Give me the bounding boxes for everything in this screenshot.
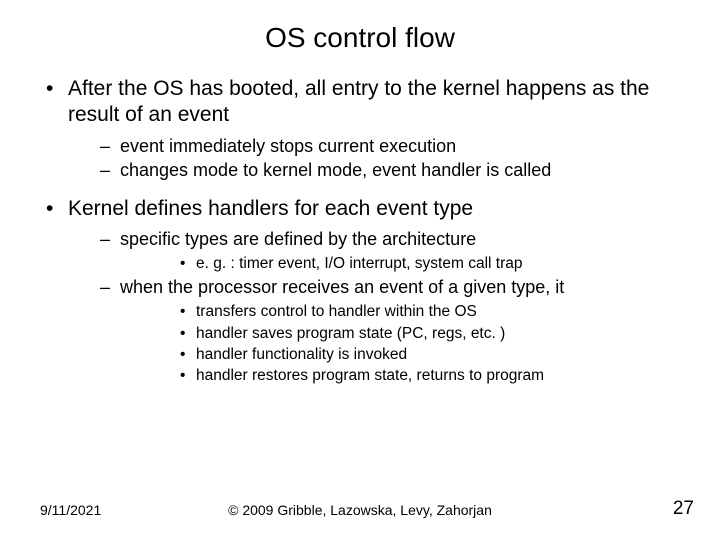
bullet-text: handler saves program state (PC, regs, e… <box>120 324 682 343</box>
slide: OS control flow After the OS has booted,… <box>0 0 720 540</box>
bullet-text: handler functionality is invoked <box>120 345 682 364</box>
footer-copyright: © 2009 Gribble, Lazowska, Levy, Zahorjan <box>0 502 720 518</box>
bullet-list-l2: specific types are defined by the archit… <box>68 228 682 386</box>
slide-body: After the OS has booted, all entry to th… <box>0 76 720 386</box>
bullet-text: e. g. : timer event, I/O interrupt, syst… <box>120 254 682 273</box>
bullet-text: when the processor receives an event of … <box>120 277 564 297</box>
bullet-list-l3: e. g. : timer event, I/O interrupt, syst… <box>120 254 682 273</box>
bullet-receives-event: when the processor receives an event of … <box>68 276 682 386</box>
bullet-text: handler restores program state, returns … <box>120 366 682 385</box>
slide-title: OS control flow <box>0 0 720 68</box>
bullet-handlers: Kernel defines handlers for each event t… <box>38 196 682 386</box>
footer-page-number: 27 <box>673 498 694 520</box>
bullet-list-l2: event immediately stops current executio… <box>68 135 682 182</box>
bullet-text: transfers control to handler within the … <box>120 302 682 321</box>
bullet-list-l3: transfers control to handler within the … <box>120 302 682 386</box>
bullet-text: Kernel defines handlers for each event t… <box>68 197 473 220</box>
bullet-text: event immediately stops current executio… <box>68 135 682 158</box>
bullet-text: specific types are defined by the archit… <box>120 229 476 249</box>
bullet-text: changes mode to kernel mode, event handl… <box>68 159 682 182</box>
bullet-specific-types: specific types are defined by the archit… <box>68 228 682 274</box>
bullet-list-l1: After the OS has booted, all entry to th… <box>38 76 682 386</box>
bullet-entry-kernel: After the OS has booted, all entry to th… <box>38 76 682 182</box>
bullet-text: After the OS has booted, all entry to th… <box>68 77 649 126</box>
